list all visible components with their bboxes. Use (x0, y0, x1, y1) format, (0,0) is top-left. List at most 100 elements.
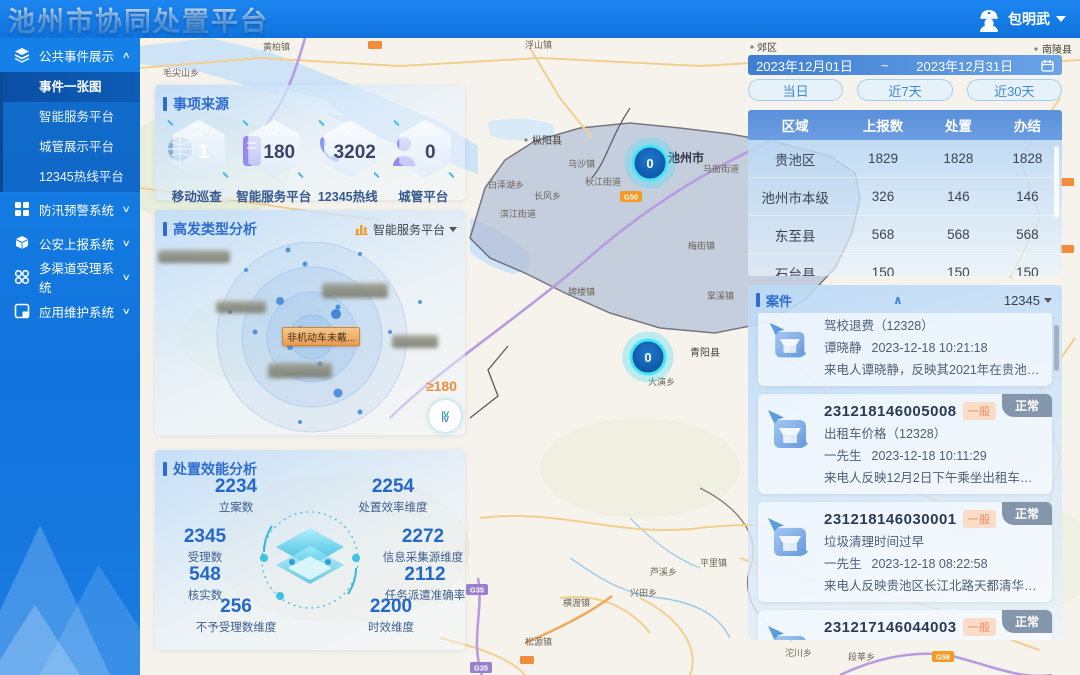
circles-grid-icon (14, 269, 30, 285)
map-label: 沱川乡 (785, 647, 812, 658)
map-label: 平里镇 (700, 557, 727, 568)
title-bar-accent (163, 97, 167, 111)
cases-source-filter[interactable]: 12345 (1004, 293, 1052, 308)
chevron-up-icon: ︿ (240, 123, 304, 138)
map-label: 兴田乡 (630, 588, 657, 598)
case-time: 2023-12-18 10:11:29 (872, 449, 987, 463)
case-id: 231218146005008 (824, 403, 957, 420)
bar-chart-icon (355, 223, 369, 235)
road-badge (368, 41, 382, 49)
sidebar-group-maintenance[interactable]: 应用维护系统 ∨ (0, 294, 140, 328)
source-count: 180 (254, 142, 304, 164)
svg-text:0: 0 (644, 350, 651, 365)
chevron-up-icon: ︿ (316, 123, 380, 138)
chevron-down-icon: ∨ (122, 238, 131, 249)
sidebar-group-flood-warning[interactable]: 防汛预警系统 ∨ (0, 192, 140, 226)
map-label: 松源镇 (525, 636, 552, 647)
map-cluster-marker[interactable]: 0 (626, 335, 670, 379)
cases-panel: 案件 ∧ 12345 驾校退费（12328） 谭晓静2023-12-18 10:… (748, 285, 1062, 640)
source-item-12345-hotline[interactable]: ︿ 3202 12345热线 (312, 120, 384, 205)
chevron-down-icon: ∨ (122, 204, 131, 215)
sidebar-item-event-map[interactable]: 事件一张图 (3, 72, 140, 102)
road-badge-label: G35 (474, 664, 488, 673)
case-person: 一先生 (824, 557, 862, 571)
stat-accepted: 2345受理数 (155, 526, 255, 565)
quick-filter-7days[interactable]: 近7天 (857, 79, 952, 101)
quick-filter-30days[interactable]: 近30天 (967, 79, 1062, 101)
map-cluster-marker[interactable]: 0 (628, 141, 672, 185)
col-header-handled: 处置 (924, 115, 993, 135)
table-row[interactable]: 池州市本级326 146146 (748, 178, 1062, 216)
map-label: 青阳县 (690, 346, 720, 359)
road-badge (520, 656, 534, 664)
case-description: 来电人谭晓静，反映其2021年在贵池区白洋... (824, 359, 1042, 378)
user-menu[interactable]: 包明武 (976, 6, 1066, 32)
sidebar-item-smart-service[interactable]: 智能服务平台 (3, 102, 140, 132)
source-label: 城管平台 (387, 186, 459, 205)
source-item-chengguan[interactable]: ︿ 0 城管平台 (387, 120, 459, 205)
sidebar-item-chengguan[interactable]: 城管展示平台 (3, 132, 140, 162)
case-card[interactable]: 驾校退费（12328） 谭晓静2023-12-18 10:21:18 来电人谭晓… (758, 313, 1052, 386)
chevron-down-icon: ∨ (122, 272, 131, 283)
source-item-mobile-patrol[interactable]: ︿ 1 移动巡查 (161, 120, 233, 205)
map-label: 马衙街道 (703, 163, 739, 174)
types-source-filter[interactable]: 智能服务平台 (355, 221, 457, 238)
date-range-bar[interactable]: 2023年12月01日 ~ 2023年12月31日 (748, 55, 1062, 75)
map-label: 郊区 (757, 41, 777, 54)
sidebar-group-police-report[interactable]: 公安上报系统 ∨ (0, 226, 140, 260)
sidebar-submenu: 事件一张图 智能服务平台 城管展示平台 12345热线平台 (0, 72, 140, 192)
stat-cases-filed: 2234立案数 (186, 476, 286, 515)
case-archive-icon (766, 516, 810, 560)
sidebar-group-public-events[interactable]: 公共事件展示 ∧ (0, 38, 140, 72)
road-badge (1060, 178, 1074, 186)
sidebar-item-12345[interactable]: 12345热线平台 (3, 162, 140, 192)
highlighted-type-label[interactable]: 非机动车未戴... (282, 327, 360, 346)
road-badge (1060, 245, 1074, 253)
legend-max-value: ≥180 (426, 378, 457, 394)
map-label: 滨江街道 (500, 208, 536, 219)
map-label: 段莘乡 (848, 651, 875, 662)
redacted-type-label[interactable] (392, 335, 438, 348)
map-stream (630, 518, 700, 568)
case-level-badge: 一般 (963, 618, 996, 636)
map-label: 白泽湖乡 (488, 179, 524, 190)
redacted-type-label[interactable] (268, 363, 332, 378)
chevron-up-icon: ︿ (391, 123, 455, 138)
map-label: 秋江街道 (585, 176, 621, 187)
table-scrollbar[interactable] (1054, 146, 1059, 218)
case-card[interactable]: 正常 231218146005008 一般 出租车价格（12328） 一先生20… (758, 394, 1052, 494)
date-start[interactable]: 2023年12月01日 (756, 56, 853, 75)
table-row[interactable]: 东至县568 568568 (748, 216, 1062, 254)
source-label: 移动巡查 (161, 186, 233, 205)
table-row[interactable]: 石台县150 150150 (748, 254, 1062, 276)
case-card[interactable]: 正常 231218146030001 一般 垃圾清理时间过早 一先生2023-1… (758, 502, 1052, 602)
case-meta: 谭晓静2023-12-18 10:21:18 (824, 337, 1042, 356)
stat-rejected: 256不予受理数维度 (176, 596, 296, 635)
filter-value: 12345 (1004, 293, 1040, 308)
source-item-smart-service[interactable]: ︿ 180 智能服务平台 (236, 120, 308, 205)
sidebar-mountain-decoration (0, 495, 140, 675)
case-id: 231217146044003 (824, 619, 957, 636)
redacted-type-label[interactable] (322, 283, 388, 298)
map-label: 枞阳县 (532, 134, 562, 147)
title-bar-accent (163, 222, 167, 236)
case-card[interactable]: 正常 231217146044003 一般 购药事宜（12315） (758, 610, 1052, 640)
case-title: 驾校退费（12328） (824, 315, 1042, 334)
calendar-icon[interactable] (1041, 59, 1054, 72)
source-label: 智能服务平台 (236, 186, 308, 205)
redacted-type-label[interactable] (216, 301, 266, 313)
redacted-type-label[interactable] (158, 250, 230, 263)
date-end[interactable]: 2023年12月31日 (916, 56, 1013, 75)
case-status-badge: 正常 (1002, 502, 1052, 525)
efficiency-analysis-panel: 处置效能分析 2234立案数 2254处置效率维度 2345受理数 2272信息… (155, 450, 465, 650)
sidebar-group-multichannel[interactable]: 多渠道受理系统 ∨ (0, 260, 140, 294)
cases-scrollbar[interactable] (1054, 325, 1059, 371)
event-sources-panel: 事项来源 ︿ 1 移动巡查 ︿ (155, 85, 465, 200)
map-label: 棠溪镇 (707, 290, 734, 301)
map-terrain (540, 418, 740, 518)
quick-filter-today[interactable]: 当日 (748, 79, 843, 101)
case-status-badge: 正常 (1002, 610, 1052, 633)
table-row[interactable]: 贵池区1829 18281828 (748, 140, 1062, 178)
collapse-chevron[interactable]: ∧ (792, 293, 1004, 307)
col-header-region: 区域 (748, 115, 842, 135)
